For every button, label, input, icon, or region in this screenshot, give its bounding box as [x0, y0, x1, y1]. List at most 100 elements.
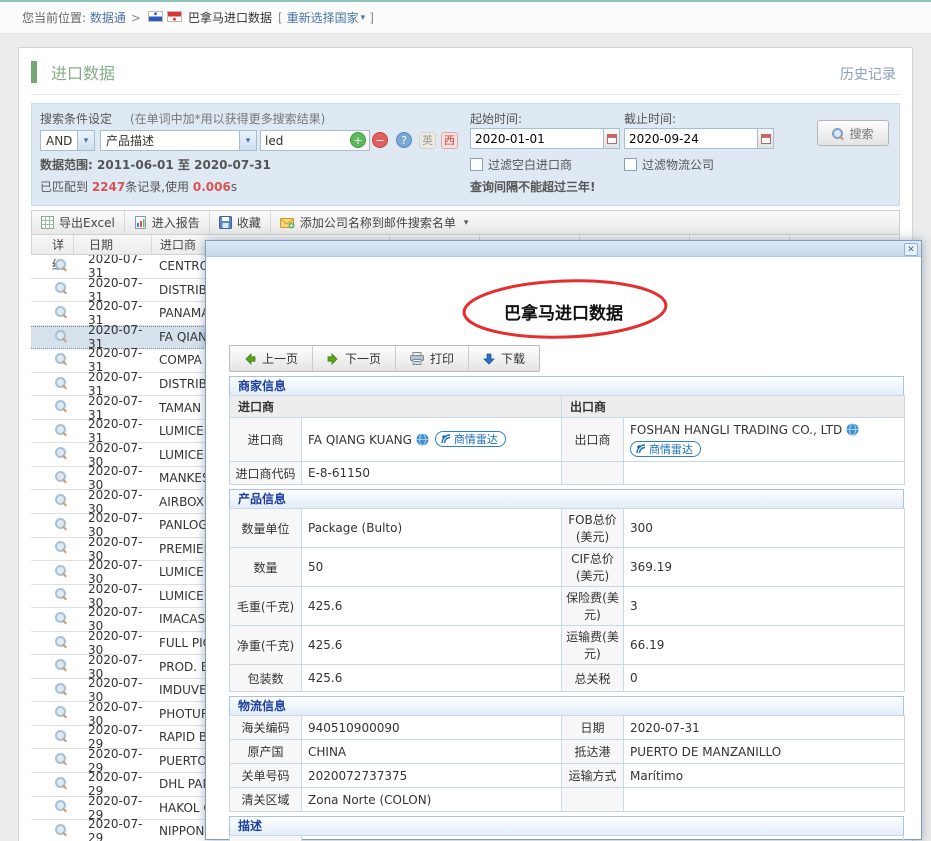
- view-detail-icon[interactable]: [55, 730, 67, 742]
- field-value: [624, 788, 905, 812]
- view-detail-icon[interactable]: [55, 565, 67, 577]
- help-icon[interactable]: ?: [396, 132, 412, 148]
- field-label: 产品描述: [230, 836, 302, 841]
- print-label: 打印: [430, 350, 454, 367]
- view-detail-icon[interactable]: [55, 259, 67, 271]
- col-date: 日期: [74, 235, 152, 254]
- view-detail-icon[interactable]: [55, 447, 67, 459]
- exporter-label: 出口商: [562, 418, 624, 462]
- view-detail-icon[interactable]: [55, 471, 67, 483]
- importer-code-value: E-8-61150: [302, 462, 562, 485]
- end-date-input[interactable]: [624, 128, 757, 149]
- remove-condition-icon[interactable]: −: [372, 132, 388, 148]
- view-detail-icon[interactable]: [55, 541, 67, 553]
- view-detail-icon[interactable]: [55, 424, 67, 436]
- section-logistics-title: 物流信息: [229, 696, 904, 715]
- radar-badge-label: 商情雷达: [454, 431, 498, 447]
- field-value: 3: [624, 587, 905, 626]
- view-detail-icon[interactable]: [55, 588, 67, 600]
- field-value: 2020072737375: [302, 764, 562, 788]
- view-detail-icon[interactable]: [55, 282, 67, 294]
- title-accent-bar: [31, 61, 37, 83]
- matched-prefix: 已匹配到: [40, 180, 92, 194]
- field-value: 369.19: [624, 548, 905, 587]
- bracket-open: [: [278, 11, 283, 25]
- view-detail-icon[interactable]: [55, 636, 67, 648]
- field-label: 日期: [562, 716, 624, 740]
- field-label: FOB总价(美元): [562, 509, 624, 548]
- field-value: Zona Norte (COLON): [302, 788, 562, 812]
- field-value: 66.19: [624, 626, 905, 665]
- breadcrumb-site-link[interactable]: 数据通: [90, 9, 126, 26]
- add-to-mail-list-label: 添加公司名称到邮件搜索名单: [300, 214, 456, 231]
- operator-select[interactable]: AND ▾: [40, 130, 95, 151]
- logistics-table: 海关编码940510900090日期2020-07-31 原产国CHINA抵达港…: [229, 715, 905, 812]
- end-date-group: [624, 128, 774, 149]
- globe-icon[interactable]: [416, 435, 429, 449]
- view-detail-icon[interactable]: [55, 494, 67, 506]
- radar-badge[interactable]: 商情雷达: [630, 441, 701, 457]
- add-condition-icon[interactable]: +: [350, 132, 366, 148]
- page-title-text: 进口数据: [51, 60, 115, 84]
- field-value: 300: [624, 509, 905, 548]
- field-value: CHINA: [302, 740, 562, 764]
- radar-icon: [636, 444, 646, 454]
- start-date-input[interactable]: [470, 128, 603, 149]
- view-detail-icon[interactable]: [55, 659, 67, 671]
- globe-icon[interactable]: [846, 425, 859, 439]
- print-button[interactable]: 打印: [396, 346, 469, 371]
- end-date-calendar-button[interactable]: [757, 128, 774, 149]
- save-icon: [219, 216, 232, 229]
- filter-logistics-checkbox[interactable]: 过滤物流公司: [624, 156, 714, 173]
- view-detail-icon[interactable]: [55, 400, 67, 412]
- next-page-button[interactable]: 下一页: [313, 346, 396, 371]
- download-icon: [483, 353, 495, 365]
- search-button-label: 搜索: [849, 125, 873, 142]
- favorite-button[interactable]: 收藏: [210, 211, 271, 234]
- field-label: 清关区域: [230, 788, 302, 812]
- reselect-country-link[interactable]: 重新选择国家: [287, 9, 359, 26]
- search-button[interactable]: 搜索: [817, 120, 889, 146]
- panama-flag-right-icon: [167, 11, 182, 25]
- view-detail-icon[interactable]: [55, 777, 67, 789]
- view-detail-icon[interactable]: [55, 612, 67, 624]
- calendar-icon: [607, 134, 617, 144]
- exporter-col-header: 出口商: [562, 396, 905, 418]
- radar-badge[interactable]: 商情雷达: [435, 431, 506, 447]
- field-value: PUERTO DE MANZANILLO: [624, 740, 905, 764]
- field-label: 关单号码: [230, 764, 302, 788]
- prev-page-button[interactable]: 上一页: [230, 346, 313, 371]
- view-detail-icon[interactable]: [55, 683, 67, 695]
- close-icon[interactable]: ✕: [904, 243, 918, 256]
- arrow-right-icon: [327, 353, 339, 365]
- field-select[interactable]: 产品描述 ▾: [100, 130, 257, 151]
- view-detail-icon[interactable]: [55, 753, 67, 765]
- filter-logistics-label: 过滤物流公司: [642, 156, 714, 173]
- view-detail-icon[interactable]: [55, 330, 67, 342]
- title-divider: [31, 94, 900, 95]
- section-merchant-title: 商家信息: [229, 376, 904, 395]
- view-detail-icon[interactable]: [55, 377, 67, 389]
- start-date-calendar-button[interactable]: [603, 128, 620, 149]
- lang-spanish-button[interactable]: 西: [441, 132, 458, 149]
- download-button[interactable]: 下载: [469, 346, 539, 371]
- view-detail-icon[interactable]: [55, 800, 67, 812]
- enter-report-button[interactable]: 进入报告: [125, 211, 210, 234]
- filter-blank-importer-checkbox[interactable]: 过滤空白进口商: [470, 156, 572, 173]
- description-table: 产品描述LAMPARAS LED 编码描述: [229, 835, 904, 841]
- modal-button-group: 上一页 下一页 打印 下载: [229, 345, 540, 372]
- empty-cell: [562, 462, 624, 485]
- history-link[interactable]: 历史记录: [840, 64, 896, 84]
- field-value: 940510900090: [302, 716, 562, 740]
- field-label: 海关编码: [230, 716, 302, 740]
- export-excel-button[interactable]: 导出Excel: [32, 211, 125, 234]
- view-detail-icon[interactable]: [55, 824, 67, 836]
- range-warning: 查询间隔不能超过三年!: [470, 178, 595, 195]
- view-detail-icon[interactable]: [55, 518, 67, 530]
- add-to-mail-list-button[interactable]: 添加公司名称到邮件搜索名单 ▾: [271, 211, 478, 234]
- view-detail-icon[interactable]: [55, 306, 67, 318]
- export-excel-label: 导出Excel: [59, 214, 115, 231]
- lang-english-button[interactable]: 英: [419, 132, 436, 149]
- view-detail-icon[interactable]: [55, 353, 67, 365]
- view-detail-icon[interactable]: [55, 706, 67, 718]
